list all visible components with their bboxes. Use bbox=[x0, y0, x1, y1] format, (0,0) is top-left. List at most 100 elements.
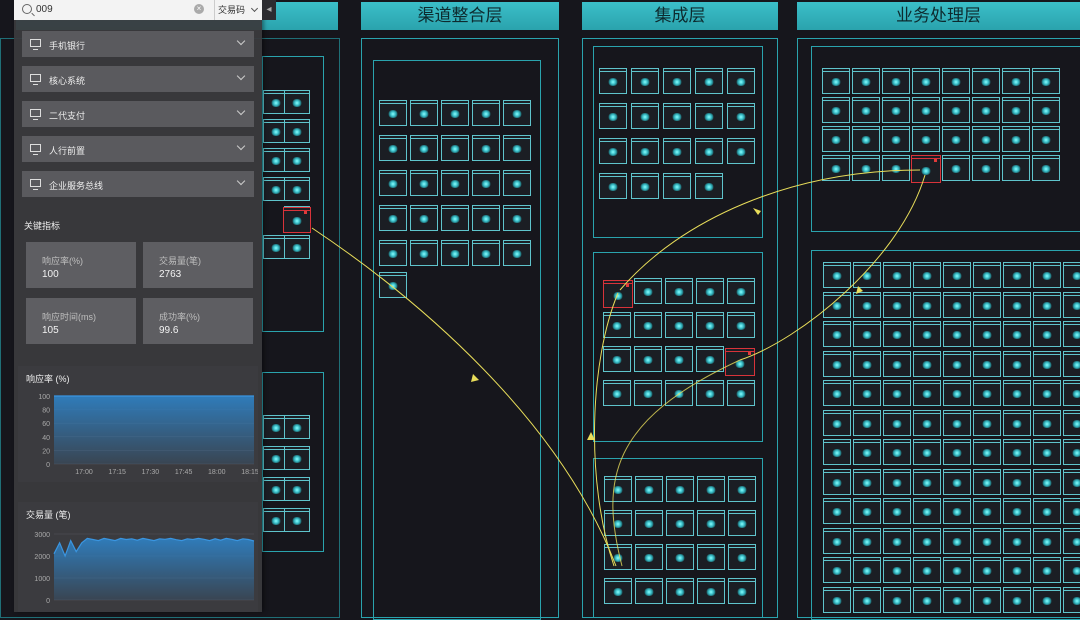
service-node[interactable] bbox=[697, 578, 725, 604]
service-node[interactable] bbox=[441, 135, 469, 161]
service-node[interactable] bbox=[972, 155, 1000, 181]
service-node[interactable] bbox=[973, 439, 1001, 465]
service-node[interactable] bbox=[943, 380, 971, 406]
alert-node[interactable] bbox=[283, 207, 311, 233]
service-node[interactable] bbox=[943, 557, 971, 583]
service-node[interactable] bbox=[913, 439, 941, 465]
service-node[interactable] bbox=[853, 557, 881, 583]
service-node[interactable] bbox=[883, 409, 911, 436]
service-node[interactable] bbox=[379, 272, 407, 298]
service-node[interactable] bbox=[852, 68, 880, 94]
service-node[interactable] bbox=[635, 544, 663, 570]
service-node[interactable] bbox=[599, 138, 627, 164]
service-node[interactable] bbox=[883, 468, 911, 495]
service-node[interactable] bbox=[1003, 586, 1031, 613]
service-node[interactable] bbox=[634, 278, 662, 304]
search-input[interactable]: 009 bbox=[36, 4, 53, 15]
service-node[interactable] bbox=[472, 100, 500, 126]
service-node[interactable] bbox=[912, 68, 940, 94]
service-node[interactable] bbox=[410, 135, 438, 161]
service-node[interactable] bbox=[631, 173, 659, 199]
service-node[interactable] bbox=[441, 170, 469, 196]
service-node[interactable] bbox=[913, 380, 941, 406]
service-node[interactable] bbox=[697, 510, 725, 536]
service-node[interactable] bbox=[503, 170, 531, 196]
service-node[interactable] bbox=[1003, 498, 1031, 524]
service-node[interactable] bbox=[665, 312, 693, 338]
service-node[interactable] bbox=[1002, 155, 1030, 181]
service-node[interactable] bbox=[882, 68, 910, 94]
layer-header-channel-integration[interactable]: 渠道整合层 bbox=[361, 2, 559, 30]
service-node[interactable] bbox=[696, 380, 724, 406]
service-node[interactable] bbox=[973, 321, 1001, 347]
service-node[interactable] bbox=[823, 380, 851, 406]
service-node[interactable] bbox=[883, 498, 911, 524]
service-node[interactable] bbox=[823, 439, 851, 465]
service-node[interactable] bbox=[913, 498, 941, 524]
service-node[interactable] bbox=[604, 476, 632, 502]
service-node[interactable] bbox=[1003, 557, 1031, 583]
service-node[interactable] bbox=[1003, 321, 1031, 347]
service-node[interactable] bbox=[1063, 262, 1080, 288]
service-node[interactable] bbox=[913, 291, 941, 318]
service-node[interactable] bbox=[883, 586, 911, 613]
service-node[interactable] bbox=[942, 126, 970, 152]
service-node[interactable] bbox=[1033, 557, 1061, 583]
service-node[interactable] bbox=[631, 103, 659, 129]
service-node[interactable] bbox=[1063, 586, 1080, 613]
service-node[interactable] bbox=[1032, 155, 1060, 181]
service-node[interactable] bbox=[823, 468, 851, 495]
service-node[interactable] bbox=[1002, 97, 1030, 123]
service-node[interactable] bbox=[973, 291, 1001, 318]
service-node[interactable] bbox=[599, 103, 627, 129]
service-node[interactable] bbox=[823, 350, 851, 377]
service-node[interactable] bbox=[728, 510, 756, 536]
service-node[interactable] bbox=[973, 468, 1001, 495]
service-node[interactable] bbox=[665, 278, 693, 304]
service-node[interactable] bbox=[943, 291, 971, 318]
service-node[interactable] bbox=[604, 510, 632, 536]
service-node[interactable] bbox=[603, 312, 631, 338]
service-node[interactable] bbox=[853, 321, 881, 347]
service-node[interactable] bbox=[1032, 126, 1060, 152]
service-node[interactable] bbox=[727, 312, 755, 338]
service-node[interactable] bbox=[1063, 468, 1080, 495]
service-node[interactable] bbox=[441, 240, 469, 266]
service-node[interactable] bbox=[1033, 586, 1061, 613]
alert-node[interactable] bbox=[911, 155, 941, 183]
service-node[interactable] bbox=[973, 409, 1001, 436]
service-node[interactable] bbox=[942, 68, 970, 94]
layer-header-business[interactable]: 业务处理层 bbox=[797, 2, 1080, 30]
service-node[interactable] bbox=[973, 262, 1001, 288]
service-node[interactable] bbox=[822, 126, 850, 152]
service-node[interactable] bbox=[823, 527, 851, 554]
system-item[interactable]: 二代支付 bbox=[22, 101, 254, 127]
service-node[interactable] bbox=[695, 103, 723, 129]
service-node[interactable] bbox=[1003, 409, 1031, 436]
service-node[interactable] bbox=[1063, 409, 1080, 436]
service-node[interactable] bbox=[913, 321, 941, 347]
service-node[interactable] bbox=[883, 262, 911, 288]
service-node[interactable] bbox=[697, 476, 725, 502]
service-node[interactable] bbox=[727, 138, 755, 164]
service-node[interactable] bbox=[973, 527, 1001, 554]
service-node[interactable] bbox=[635, 476, 663, 502]
collapse-panel-button[interactable]: ◂ bbox=[262, 0, 276, 20]
search-type-select[interactable]: 交易码 bbox=[214, 0, 262, 20]
service-node[interactable] bbox=[973, 498, 1001, 524]
service-node[interactable] bbox=[943, 468, 971, 495]
service-node[interactable] bbox=[1032, 68, 1060, 94]
service-node[interactable] bbox=[472, 170, 500, 196]
service-node[interactable] bbox=[695, 138, 723, 164]
service-node[interactable] bbox=[853, 291, 881, 318]
service-node[interactable] bbox=[635, 578, 663, 604]
service-node[interactable] bbox=[1063, 321, 1080, 347]
service-node[interactable] bbox=[666, 578, 694, 604]
service-node[interactable] bbox=[697, 544, 725, 570]
service-node[interactable] bbox=[853, 586, 881, 613]
service-node[interactable] bbox=[1033, 468, 1061, 495]
service-node[interactable] bbox=[853, 498, 881, 524]
service-node[interactable] bbox=[913, 468, 941, 495]
service-node[interactable] bbox=[883, 321, 911, 347]
service-node[interactable] bbox=[1032, 97, 1060, 123]
